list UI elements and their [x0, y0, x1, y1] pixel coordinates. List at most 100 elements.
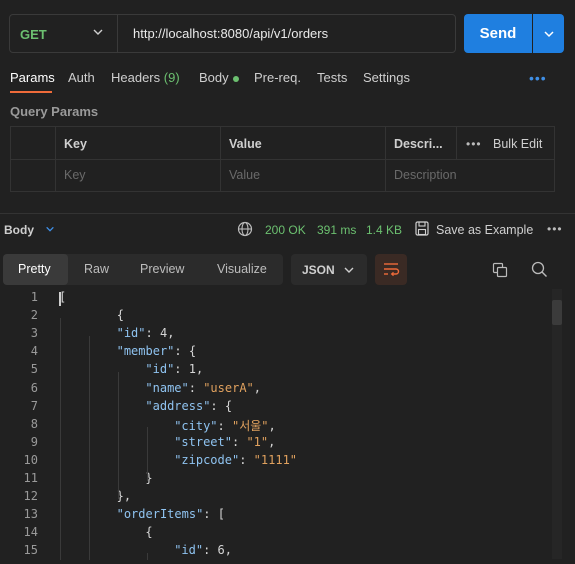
- send-dropdown-button[interactable]: [533, 14, 564, 53]
- ellipsis-icon[interactable]: •••: [547, 222, 563, 236]
- text-cursor: [59, 292, 61, 306]
- json-string: "서울": [224, 418, 269, 433]
- colon: :: [210, 398, 218, 413]
- code-line: "id": 4,: [117, 326, 175, 340]
- wrap-lines-icon: [384, 263, 400, 277]
- globe-icon[interactable]: [237, 221, 253, 237]
- chevron-down-icon[interactable]: [92, 26, 104, 38]
- tab-body[interactable]: Body: [199, 70, 239, 85]
- table-col-divider: [385, 126, 386, 192]
- code-line: "city": "서울",: [174, 417, 276, 434]
- body-label: Body: [4, 223, 34, 237]
- value-input[interactable]: Value: [229, 168, 260, 182]
- chevron-down-icon: [46, 226, 55, 232]
- colon: :: [217, 418, 225, 433]
- format-label: JSON: [302, 263, 335, 277]
- url-input[interactable]: http://localhost:8080/api/v1/orders: [133, 26, 328, 41]
- line-number: 4: [30, 344, 38, 359]
- tab-tests[interactable]: Tests: [317, 70, 347, 85]
- description-input[interactable]: Description: [394, 168, 457, 182]
- code-punctuation: ,: [195, 362, 204, 377]
- line-number: 2: [30, 308, 38, 323]
- code-punctuation: {: [87, 308, 124, 323]
- active-tab-indicator: [10, 91, 52, 93]
- url-separator: [117, 15, 118, 52]
- json-key: "orderItems": [116, 507, 204, 522]
- indent-guide: [147, 553, 148, 560]
- json-string: "1": [239, 434, 269, 449]
- json-key: "name": [145, 380, 189, 395]
- code-line: {: [88, 308, 124, 322]
- response-divider: [0, 213, 575, 214]
- colon: :: [203, 507, 211, 522]
- code-punctuation: ,: [224, 543, 233, 558]
- headers-count: (9): [163, 70, 180, 85]
- wrap-lines-button[interactable]: [375, 254, 407, 285]
- description-header: Descri...: [394, 137, 443, 151]
- table-col-divider: [456, 126, 457, 159]
- json-key: "id": [116, 326, 146, 341]
- indent-guide: [147, 426, 148, 481]
- status-code[interactable]: 200 OK: [265, 223, 306, 237]
- send-button[interactable]: Send: [464, 14, 532, 53]
- line-number: 8: [30, 416, 38, 431]
- json-number: 6: [210, 543, 225, 558]
- copy-icon[interactable]: [492, 262, 508, 278]
- save-icon[interactable]: [415, 221, 429, 236]
- view-preview[interactable]: Preview: [140, 262, 184, 276]
- view-pretty[interactable]: Pretty: [18, 262, 51, 276]
- bulk-edit-button[interactable]: Bulk Edit: [493, 137, 542, 151]
- line-number: 14: [23, 525, 38, 540]
- json-key: "city": [174, 418, 218, 433]
- view-raw[interactable]: Raw: [84, 262, 109, 276]
- json-string: "1111": [246, 452, 298, 467]
- view-visualize[interactable]: Visualize: [217, 262, 267, 276]
- line-number: 3: [30, 326, 38, 341]
- code-line: "zipcode": "1111": [174, 453, 297, 467]
- colon: :: [188, 380, 196, 395]
- scrollbar-thumb[interactable]: [552, 300, 562, 325]
- value-header: Value: [229, 137, 262, 151]
- tab-params[interactable]: Params: [10, 70, 55, 85]
- json-key: "street": [174, 434, 232, 449]
- tab-headers[interactable]: Headers (9): [111, 70, 180, 85]
- tab-auth[interactable]: Auth: [68, 70, 95, 85]
- line-number: 1: [30, 290, 38, 304]
- line-number: 6: [30, 380, 38, 395]
- line-number: 11: [23, 471, 38, 485]
- save-as-example-button[interactable]: Save as Example: [436, 223, 533, 237]
- colon: :: [174, 344, 182, 359]
- code-line: "id": 1,: [145, 362, 203, 376]
- code-punctuation: {: [181, 344, 197, 359]
- response-time[interactable]: 391 ms: [317, 223, 356, 237]
- code-punctuation: ,: [253, 380, 262, 395]
- response-body-dropdown[interactable]: Body: [4, 223, 55, 237]
- tab-settings[interactable]: Settings: [363, 70, 410, 85]
- key-input[interactable]: Key: [64, 168, 86, 182]
- code-line: "orderItems": [: [117, 507, 225, 521]
- method-select[interactable]: GET: [20, 27, 47, 42]
- line-number: 13: [23, 507, 38, 522]
- tab-prereq[interactable]: Pre-req.: [254, 70, 301, 85]
- key-header: Key: [64, 137, 87, 151]
- json-number: 1: [181, 362, 196, 377]
- line-number: 9: [30, 434, 38, 449]
- table-divider: [10, 159, 555, 160]
- body-indicator-dot: [232, 75, 239, 82]
- chevron-down-icon: [543, 30, 554, 37]
- json-key: "id": [145, 362, 175, 377]
- ellipsis-icon[interactable]: •••: [466, 137, 482, 151]
- code-line: "id": 6,: [174, 543, 232, 557]
- indent-guide: [118, 372, 119, 500]
- indent-guide: [60, 318, 61, 560]
- code-line: "address": {: [145, 399, 232, 413]
- response-size[interactable]: 1.4 KB: [366, 223, 402, 237]
- search-icon[interactable]: [531, 261, 548, 278]
- line-number: 12: [23, 489, 38, 504]
- line-number: 7: [30, 398, 38, 413]
- code-punctuation: ,: [268, 418, 276, 433]
- ellipsis-icon[interactable]: •••: [529, 70, 547, 86]
- query-params-title: Query Params: [10, 104, 99, 119]
- colon: :: [145, 326, 153, 341]
- scrollbar-track[interactable]: [552, 289, 562, 559]
